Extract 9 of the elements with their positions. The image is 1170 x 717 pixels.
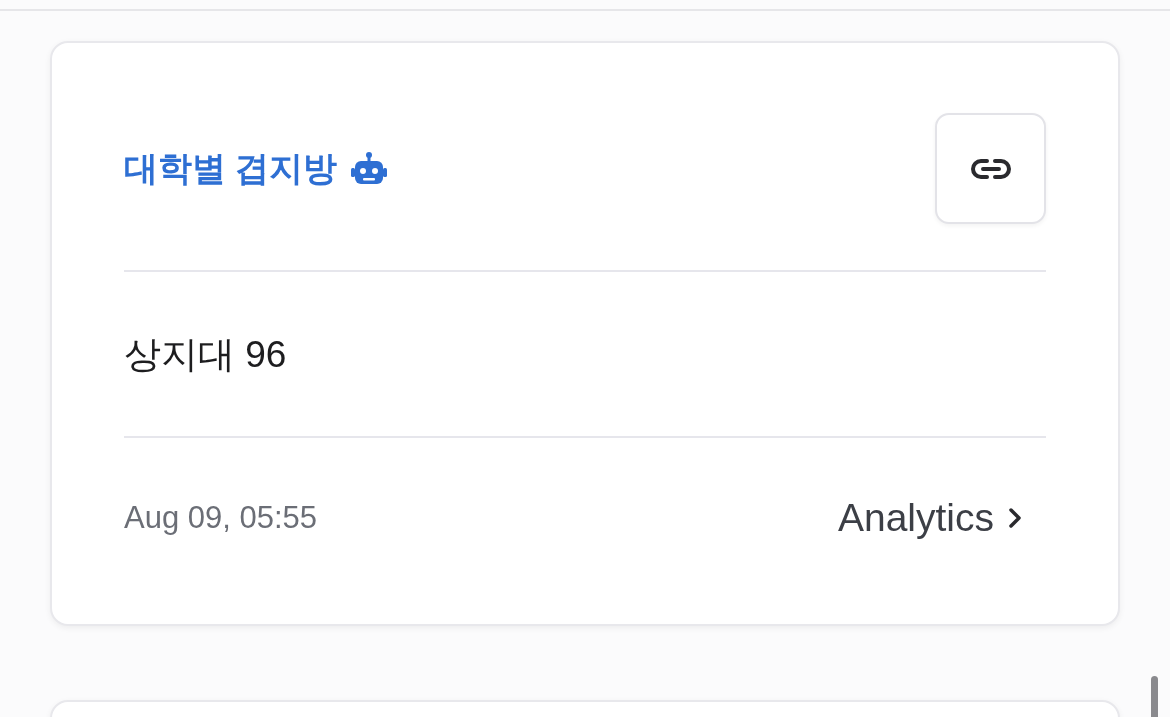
scrollbar[interactable] — [1151, 676, 1158, 717]
timestamp: Aug 09, 05:55 — [124, 500, 318, 536]
card-title: 대학별 겹지방 — [124, 147, 338, 189]
analytics-link[interactable]: Analytics — [837, 496, 1022, 540]
link-button[interactable] — [935, 113, 1046, 224]
robot-icon — [351, 151, 388, 186]
message-text: 상지대 96 — [124, 334, 287, 375]
chevron-right-icon — [1008, 507, 1022, 529]
link-icon — [970, 157, 1011, 180]
